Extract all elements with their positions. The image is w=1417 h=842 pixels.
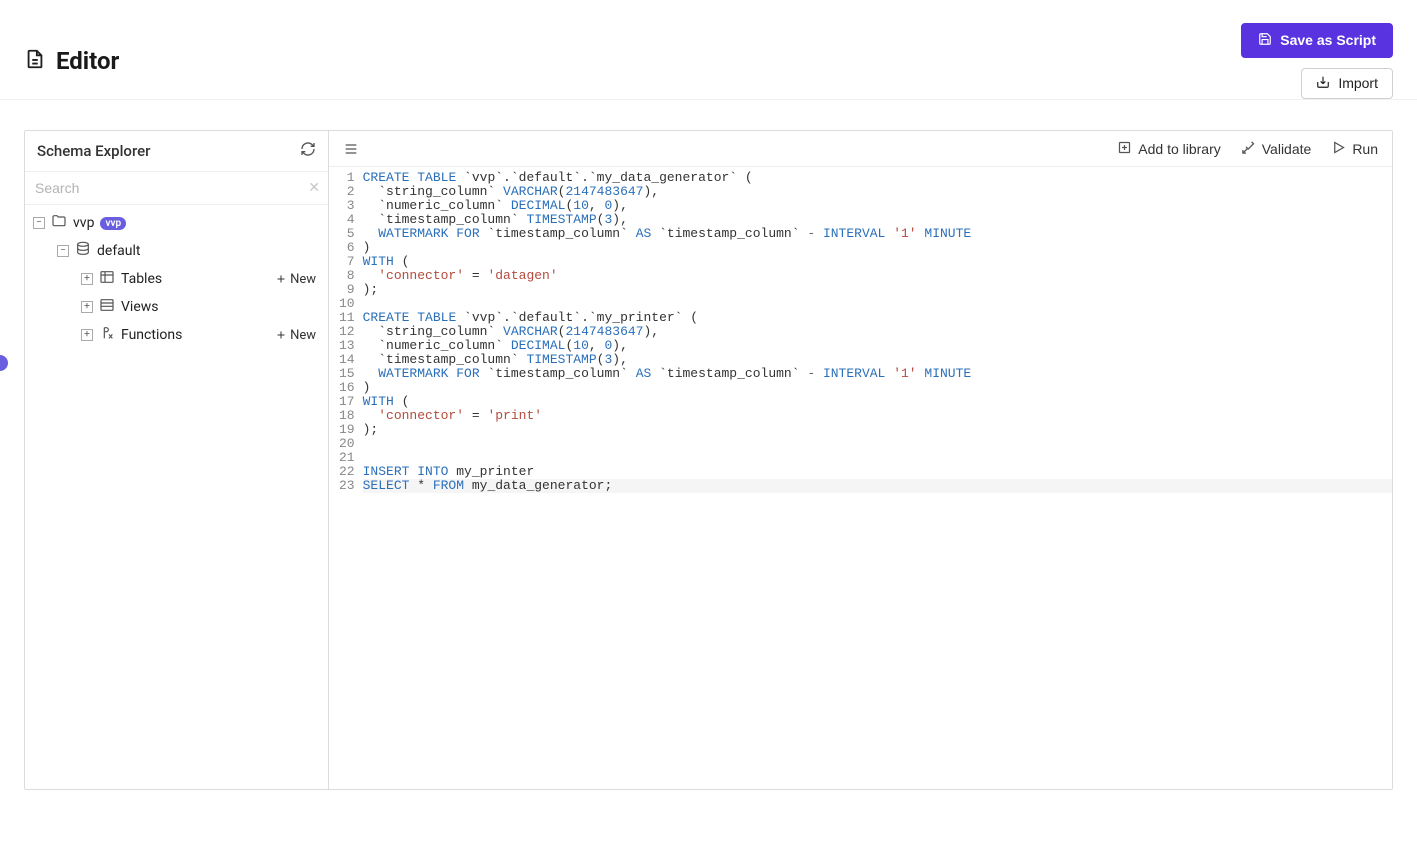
schema-explorer-sidebar: Schema Explorer ✕ − vvp vvp − (25, 131, 329, 789)
import-button[interactable]: Import (1301, 68, 1393, 99)
schema-tree: − vvp vvp − default + Tables New + Views + Fun… (25, 205, 328, 789)
run-label: Run (1352, 141, 1378, 157)
add-to-library-button[interactable]: Add to library (1117, 140, 1220, 158)
validate-icon (1241, 140, 1256, 158)
tree-schema-label: default (97, 243, 141, 259)
tree-node-views[interactable]: + Views (25, 293, 328, 321)
line-gutter: 1234567891011121314151617181920212223 (329, 171, 363, 789)
refresh-icon[interactable] (300, 141, 316, 161)
new-label: New (290, 272, 316, 287)
sidebar-title: Schema Explorer (37, 142, 150, 160)
validate-label: Validate (1262, 141, 1312, 157)
code-editor[interactable]: 1234567891011121314151617181920212223 CR… (329, 167, 1392, 789)
expand-icon[interactable]: + (81, 329, 93, 341)
clear-search-icon[interactable]: ✕ (308, 180, 320, 196)
run-icon (1331, 140, 1346, 158)
page-header: Editor Save as Script Import (0, 0, 1417, 100)
save-as-script-button[interactable]: Save as Script (1241, 23, 1393, 58)
tree-node-label: Tables (121, 271, 162, 287)
add-to-library-label: Add to library (1138, 141, 1220, 157)
library-icon (1117, 140, 1132, 158)
page-title: Editor (56, 47, 119, 75)
import-icon (1316, 75, 1330, 92)
file-icon (24, 48, 46, 74)
catalog-badge: vvp (100, 217, 126, 230)
tree-catalog-vvp[interactable]: − vvp vvp (25, 209, 328, 237)
search-input[interactable] (25, 172, 328, 204)
functions-icon (99, 325, 115, 345)
tree-node-label: Views (121, 299, 159, 315)
tree-node-functions[interactable]: + Functions New (25, 321, 328, 349)
editor-pane: Add to library Validate Run 123456789101… (329, 131, 1392, 789)
tables-icon (99, 269, 115, 289)
database-icon (75, 241, 91, 261)
tree-schema-default[interactable]: − default (25, 237, 328, 265)
expand-icon[interactable]: + (81, 301, 93, 313)
import-button-label: Import (1338, 75, 1378, 91)
collapse-icon[interactable]: − (57, 245, 69, 257)
workspace: Schema Explorer ✕ − vvp vvp − (24, 130, 1393, 790)
tree-node-tables[interactable]: + Tables New (25, 265, 328, 293)
validate-button[interactable]: Validate (1241, 140, 1312, 158)
expand-icon[interactable]: + (81, 273, 93, 285)
save-icon (1258, 32, 1272, 49)
run-button[interactable]: Run (1331, 140, 1378, 158)
code-content[interactable]: CREATE TABLE `vvp`.`default`.`my_data_ge… (363, 171, 1392, 789)
tree-node-label: Functions (121, 327, 182, 343)
new-functions-button[interactable]: New (271, 328, 320, 343)
views-icon (99, 297, 115, 317)
tree-catalog-label: vvp (73, 215, 94, 231)
save-button-label: Save as Script (1280, 32, 1376, 48)
collapse-icon[interactable]: − (33, 217, 45, 229)
toggle-sidebar-icon[interactable] (343, 141, 359, 157)
left-edge-handle[interactable] (0, 355, 8, 371)
editor-toolbar: Add to library Validate Run (329, 131, 1392, 167)
new-label: New (290, 328, 316, 343)
folder-icon (51, 213, 67, 233)
new-tables-button[interactable]: New (271, 272, 320, 287)
